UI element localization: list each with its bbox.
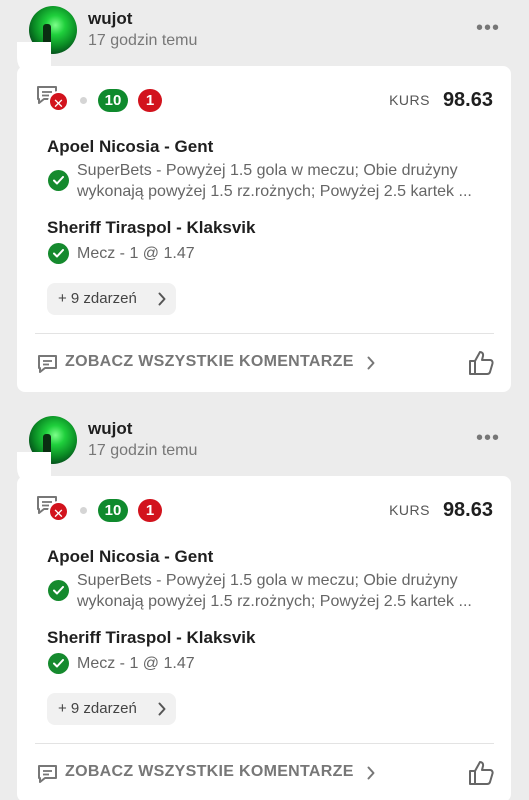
kurs-value: 98.63	[442, 89, 493, 111]
bet-description: Mecz - 1 @ 1.47	[77, 245, 195, 262]
bet-description: SuperBets - Powyżej 1.5 gola w meczu; Ob…	[77, 160, 487, 202]
more-events-button[interactable]: + 9 zdarzeń	[47, 283, 176, 315]
view-comments-link[interactable]: ZOBACZ WSZYSTKIE KOMENTARZE	[37, 761, 397, 785]
post-time: 17 godzin temu	[88, 32, 198, 49]
chevron-right-icon	[367, 766, 375, 780]
coupon-stats: ✕ 10 1 KURS 98.63	[36, 85, 496, 115]
bet-line: wykonają powyżej 1.5 rz.rożnych; Powyżej…	[77, 593, 472, 610]
bet-line: SuperBets - Powyżej 1.5 gola w meczu; Ob…	[77, 162, 458, 179]
comments-label: ZOBACZ WSZYSTKIE KOMENTARZE	[65, 763, 354, 780]
card-tail-bg	[0, 42, 17, 82]
divider	[35, 743, 494, 744]
post-header: wujot 17 godzin temu •••	[0, 410, 529, 470]
match-title[interactable]: Sheriff Tiraspol - Klaksvik	[47, 628, 255, 648]
bet-line: SuperBets - Powyżej 1.5 gola w meczu; Ob…	[77, 572, 458, 589]
username[interactable]: wujot	[88, 419, 132, 439]
bet-description: Mecz - 1 @ 1.47	[77, 655, 195, 672]
chevron-right-icon	[367, 356, 375, 370]
chevron-right-icon	[158, 702, 166, 716]
won-count-badge: 10	[98, 499, 128, 522]
kurs-label: KURS	[389, 92, 430, 108]
check-icon	[48, 243, 69, 264]
post-card: wujot 17 godzin temu ••• ✕ 10 1 KURS 98.…	[0, 410, 529, 800]
more-dots-icon[interactable]: •••	[476, 18, 500, 38]
kurs-label: KURS	[389, 502, 430, 518]
separator-dot	[80, 97, 87, 104]
more-events-label: + 9 zdarzeń	[58, 290, 137, 307]
lost-badge: ✕	[48, 501, 69, 522]
lost-count-badge: 1	[138, 89, 162, 112]
comments-label: ZOBACZ WSZYSTKIE KOMENTARZE	[65, 353, 354, 370]
lost-count-badge: 1	[138, 499, 162, 522]
post-header: wujot 17 godzin temu •••	[0, 0, 529, 60]
check-icon	[48, 653, 69, 674]
match-title[interactable]: Sheriff Tiraspol - Klaksvik	[47, 218, 255, 238]
check-icon	[48, 580, 69, 601]
chevron-right-icon	[158, 292, 166, 306]
separator-dot	[80, 507, 87, 514]
won-count-badge: 10	[98, 89, 128, 112]
divider	[35, 333, 494, 334]
post-card: wujot 17 godzin temu ••• ✕ 10 1 KURS 98.…	[0, 0, 529, 410]
username[interactable]: wujot	[88, 9, 132, 29]
more-events-label: + 9 zdarzeń	[58, 700, 137, 717]
kurs-value: 98.63	[442, 499, 493, 521]
comment-icon	[38, 355, 57, 373]
match-title[interactable]: Apoel Nicosia - Gent	[47, 137, 213, 157]
check-icon	[48, 170, 69, 191]
lost-badge: ✕	[48, 91, 69, 112]
more-events-button[interactable]: + 9 zdarzeń	[47, 693, 176, 725]
view-comments-link[interactable]: ZOBACZ WSZYSTKIE KOMENTARZE	[37, 351, 397, 375]
post-time: 17 godzin temu	[88, 442, 198, 459]
bet-line: wykonają powyżej 1.5 rz.rożnych; Powyżej…	[77, 183, 472, 200]
thumbs-up-icon[interactable]	[467, 759, 495, 787]
comment-icon	[38, 765, 57, 783]
bet-description: SuperBets - Powyżej 1.5 gola w meczu; Ob…	[77, 570, 487, 612]
coupon-stats: ✕ 10 1 KURS 98.63	[36, 495, 496, 525]
more-dots-icon[interactable]: •••	[476, 428, 500, 448]
thumbs-up-icon[interactable]	[467, 349, 495, 377]
card-tail-bg	[0, 452, 17, 492]
match-title[interactable]: Apoel Nicosia - Gent	[47, 547, 213, 567]
